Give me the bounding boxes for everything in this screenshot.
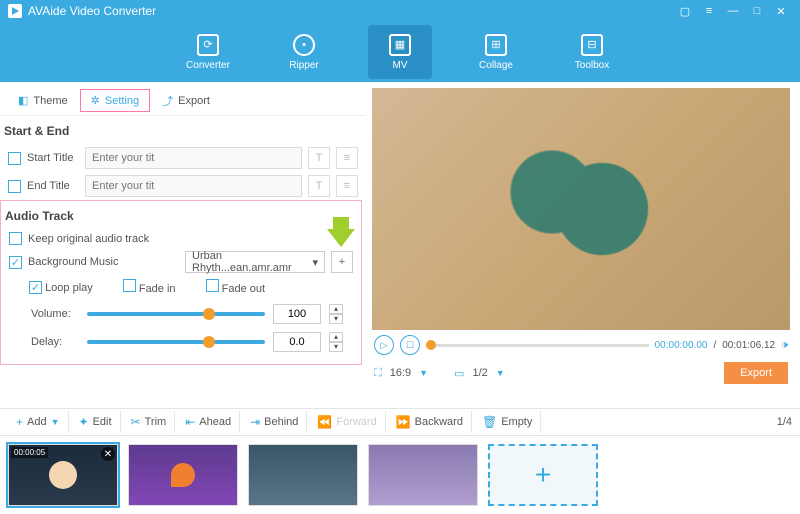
keep-audio-label: Keep original audio track	[28, 233, 149, 245]
feedback-icon[interactable]: ▢	[674, 2, 696, 20]
aspect-value: 16:9	[390, 367, 411, 379]
bgm-select[interactable]: Urban Rhyth...ean.amr.amr▾	[185, 251, 325, 273]
start-title-checkbox[interactable]	[8, 152, 21, 165]
nav-toolbox[interactable]: ⊟Toolbox	[560, 25, 624, 79]
bgm-label: Background Music	[28, 256, 179, 268]
tab-setting[interactable]: ✲Setting	[80, 89, 150, 112]
delay-down[interactable]: ▾	[329, 342, 343, 352]
tab-export[interactable]: ⤴Export	[152, 89, 220, 113]
keep-audio-checkbox[interactable]	[9, 232, 22, 245]
minimize-icon[interactable]: —	[722, 2, 744, 20]
clip-duration: 00:00:05	[11, 447, 48, 458]
toolbox-icon: ⊟	[581, 34, 603, 56]
plus-icon: +	[16, 415, 23, 429]
nav-converter[interactable]: ⟳Converter	[176, 25, 240, 79]
volume-icon[interactable]: 🕩	[781, 339, 788, 352]
fadeout-checkbox[interactable]	[206, 279, 219, 292]
volume-up[interactable]: ▴	[329, 304, 343, 314]
add-clip-button[interactable]: +	[488, 444, 598, 506]
start-title-input[interactable]	[85, 147, 302, 169]
converter-icon: ⟳	[197, 34, 219, 56]
aspect-dropdown[interactable]: ▼	[419, 368, 428, 378]
export-button[interactable]: Export	[724, 362, 788, 384]
menu-icon[interactable]: ≡	[698, 2, 720, 20]
start-font-button[interactable]: T	[308, 147, 330, 169]
clip-remove-icon[interactable]: ✕	[101, 447, 115, 461]
backward-button[interactable]: ⏩Backward	[388, 411, 472, 433]
bgm-checkbox[interactable]	[9, 256, 22, 269]
hint-arrow-icon	[327, 229, 355, 247]
preview-page: 1/2	[472, 367, 487, 379]
ahead-button[interactable]: ⇤Ahead	[177, 411, 240, 433]
theme-icon: ◧	[18, 94, 28, 107]
delay-slider[interactable]	[87, 340, 265, 344]
gear-icon: ✲	[91, 94, 100, 107]
end-title-input[interactable]	[85, 175, 302, 197]
aspect-icon[interactable]: ⛶	[374, 367, 382, 380]
startend-heading: Start & End	[0, 116, 366, 144]
behind-icon: ⇥	[250, 415, 260, 429]
nav-ripper[interactable]: •Ripper	[272, 25, 336, 79]
app-logo	[8, 4, 22, 18]
timeline-slider[interactable]	[426, 344, 649, 347]
export-icon: ⤴	[162, 93, 173, 109]
play-button[interactable]: ▷	[374, 335, 394, 355]
delay-label: Delay:	[31, 336, 79, 348]
forward-icon: ⏪	[317, 415, 332, 429]
edit-button[interactable]: ✦Edit	[71, 411, 121, 433]
ripper-icon: •	[293, 34, 315, 56]
clip-thumb-4[interactable]	[368, 444, 478, 506]
chevron-down-icon: ▾	[312, 256, 318, 269]
audio-heading: Audio Track	[1, 201, 361, 229]
volume-label: Volume:	[31, 308, 79, 320]
start-style-button[interactable]: ≡	[336, 147, 358, 169]
clip-thumb-1[interactable]: 00:00:05 ✕	[8, 444, 118, 506]
preview-page-dropdown[interactable]: ▼	[496, 368, 505, 378]
close-icon[interactable]: ✕	[770, 2, 792, 20]
start-title-label: Start Title	[27, 152, 79, 164]
wand-icon: ✦	[79, 415, 89, 429]
empty-button[interactable]: 🗑Empty	[474, 411, 541, 433]
trim-button[interactable]: ✂Trim	[123, 411, 176, 433]
trash-icon: 🗑	[482, 415, 497, 429]
clip-thumb-2[interactable]	[128, 444, 238, 506]
delay-up[interactable]: ▴	[329, 332, 343, 342]
preview-canvas	[372, 88, 790, 330]
main-nav: ⟳Converter •Ripper ▦MV ⊞Collage ⊟Toolbox	[0, 22, 800, 82]
nav-collage[interactable]: ⊞Collage	[464, 25, 528, 79]
delay-input[interactable]	[273, 332, 321, 352]
end-title-checkbox[interactable]	[8, 180, 21, 193]
clip-thumb-3[interactable]	[248, 444, 358, 506]
nav-mv[interactable]: ▦MV	[368, 25, 432, 79]
app-title: AVAide Video Converter	[28, 4, 672, 18]
end-style-button[interactable]: ≡	[336, 175, 358, 197]
ahead-icon: ⇤	[185, 415, 195, 429]
volume-input[interactable]	[273, 304, 321, 324]
screen-icon[interactable]: ▭	[454, 367, 464, 380]
maximize-icon[interactable]: □	[746, 2, 768, 20]
backward-icon: ⏩	[396, 415, 411, 429]
behind-button[interactable]: ⇥Behind	[242, 411, 307, 433]
fadein-checkbox[interactable]	[123, 279, 136, 292]
end-font-button[interactable]: T	[308, 175, 330, 197]
scissors-icon: ✂	[131, 415, 141, 429]
loop-checkbox[interactable]	[29, 281, 42, 294]
tab-theme[interactable]: ◧Theme	[8, 90, 78, 111]
end-title-label: End Title	[27, 180, 79, 192]
collage-icon: ⊞	[485, 34, 507, 56]
add-button[interactable]: +Add▼	[8, 411, 69, 433]
volume-slider[interactable]	[87, 312, 265, 316]
stop-button[interactable]: ☐	[400, 335, 420, 355]
clip-pager: 1/4	[777, 416, 792, 428]
time-current: 00:00:00.00	[655, 340, 708, 351]
mv-icon: ▦	[389, 34, 411, 56]
add-music-button[interactable]: +	[331, 251, 353, 273]
forward-button[interactable]: ⏪Forward	[309, 411, 385, 433]
volume-down[interactable]: ▾	[329, 314, 343, 324]
time-total: 00:01:06.12	[722, 340, 775, 351]
